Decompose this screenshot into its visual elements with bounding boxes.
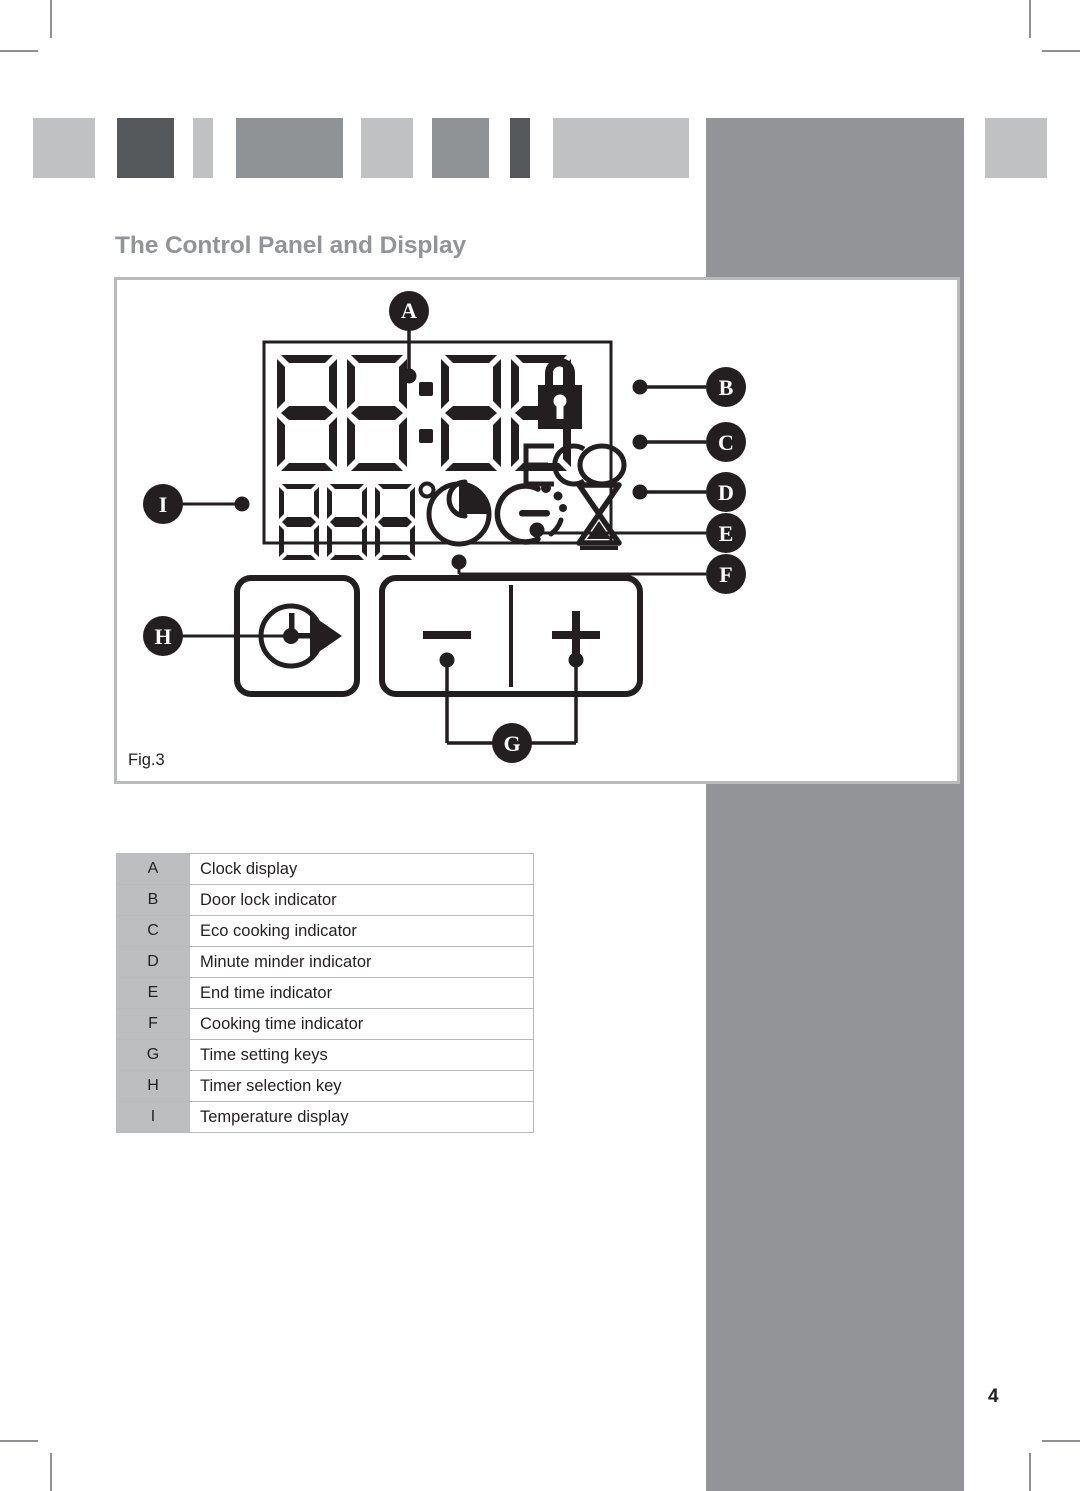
legend-desc-F: Cooking time indicator (189, 1008, 534, 1040)
crop-mark-left-top (0, 50, 38, 52)
deco-block-6 (510, 118, 530, 178)
table-row: D Minute minder indicator (116, 946, 534, 978)
crop-mark-left-bottom (0, 1440, 38, 1442)
crop-mark-bottom-right (1029, 1453, 1031, 1491)
deco-block-9 (985, 118, 1047, 178)
page-number: 4 (988, 1386, 999, 1407)
callout-B-label: B (719, 375, 734, 400)
table-row: E End time indicator (116, 977, 534, 1009)
deco-block-1 (117, 118, 174, 178)
callout-C-label: C (718, 430, 734, 455)
table-row: I Temperature display (116, 1101, 534, 1133)
crop-mark-right-top (1042, 50, 1080, 52)
table-row: G Time setting keys (116, 1039, 534, 1071)
callout-A-label: A (401, 298, 417, 323)
callout-F-label: F (719, 562, 732, 587)
legend-desc-G: Time setting keys (189, 1039, 534, 1071)
legend-desc-I: Temperature display (189, 1101, 534, 1133)
legend-desc-D: Minute minder indicator (189, 946, 534, 978)
legend-key-E: E (116, 977, 190, 1009)
cooking-time-pie-icon (426, 481, 492, 547)
table-row: B Door lock indicator (116, 884, 534, 916)
legend-key-A: A (116, 853, 190, 885)
decorative-top-bar (0, 118, 1080, 178)
callout-D-label: D (718, 480, 734, 505)
table-row: F Cooking time indicator (116, 1008, 534, 1040)
legend-key-I: I (116, 1101, 190, 1133)
deco-block-5 (432, 118, 489, 178)
legend-key-B: B (116, 884, 190, 916)
table-row: C Eco cooking indicator (116, 915, 534, 947)
eco-icon (523, 443, 627, 487)
callout-G-label: G (503, 731, 520, 756)
callout-E-label: E (719, 521, 734, 546)
deco-block-8 (706, 118, 964, 178)
callout-I-label: I (159, 492, 168, 517)
legend-desc-A: Clock display (189, 853, 534, 885)
deco-block-3 (236, 118, 343, 178)
table-row: H Timer selection key (116, 1070, 534, 1102)
hourglass-minute-minder-icon (576, 482, 622, 550)
crop-mark-bottom-left (50, 1453, 52, 1491)
callout-H-label: H (154, 624, 171, 649)
legend-key-G: G (116, 1039, 190, 1071)
crop-mark-top-right (1029, 0, 1031, 38)
legend-key-D: D (116, 946, 190, 978)
padlock-icon (538, 358, 582, 429)
control-panel-diagram: A B C D E F G H I (114, 277, 960, 784)
table-row: A Clock display (116, 853, 534, 885)
page-title: The Control Panel and Display (115, 232, 467, 259)
deco-block-7 (553, 118, 689, 178)
legend-desc-B: Door lock indicator (189, 884, 534, 916)
deco-block-2 (193, 118, 213, 178)
figure-caption: Fig.3 (128, 751, 165, 769)
crop-mark-right-bottom (1042, 1440, 1080, 1442)
crop-mark-top-left (50, 0, 52, 38)
deco-block-4 (361, 118, 413, 178)
deco-block-0 (33, 118, 95, 178)
legend-desc-H: Timer selection key (189, 1070, 534, 1102)
legend-key-H: H (116, 1070, 190, 1102)
legend-key-F: F (116, 1008, 190, 1040)
legend-desc-E: End time indicator (189, 977, 534, 1009)
legend-desc-C: Eco cooking indicator (189, 915, 534, 947)
legend-table: A Clock display B Door lock indicator C Eco c… (116, 853, 534, 1133)
legend-key-C: C (116, 915, 190, 947)
